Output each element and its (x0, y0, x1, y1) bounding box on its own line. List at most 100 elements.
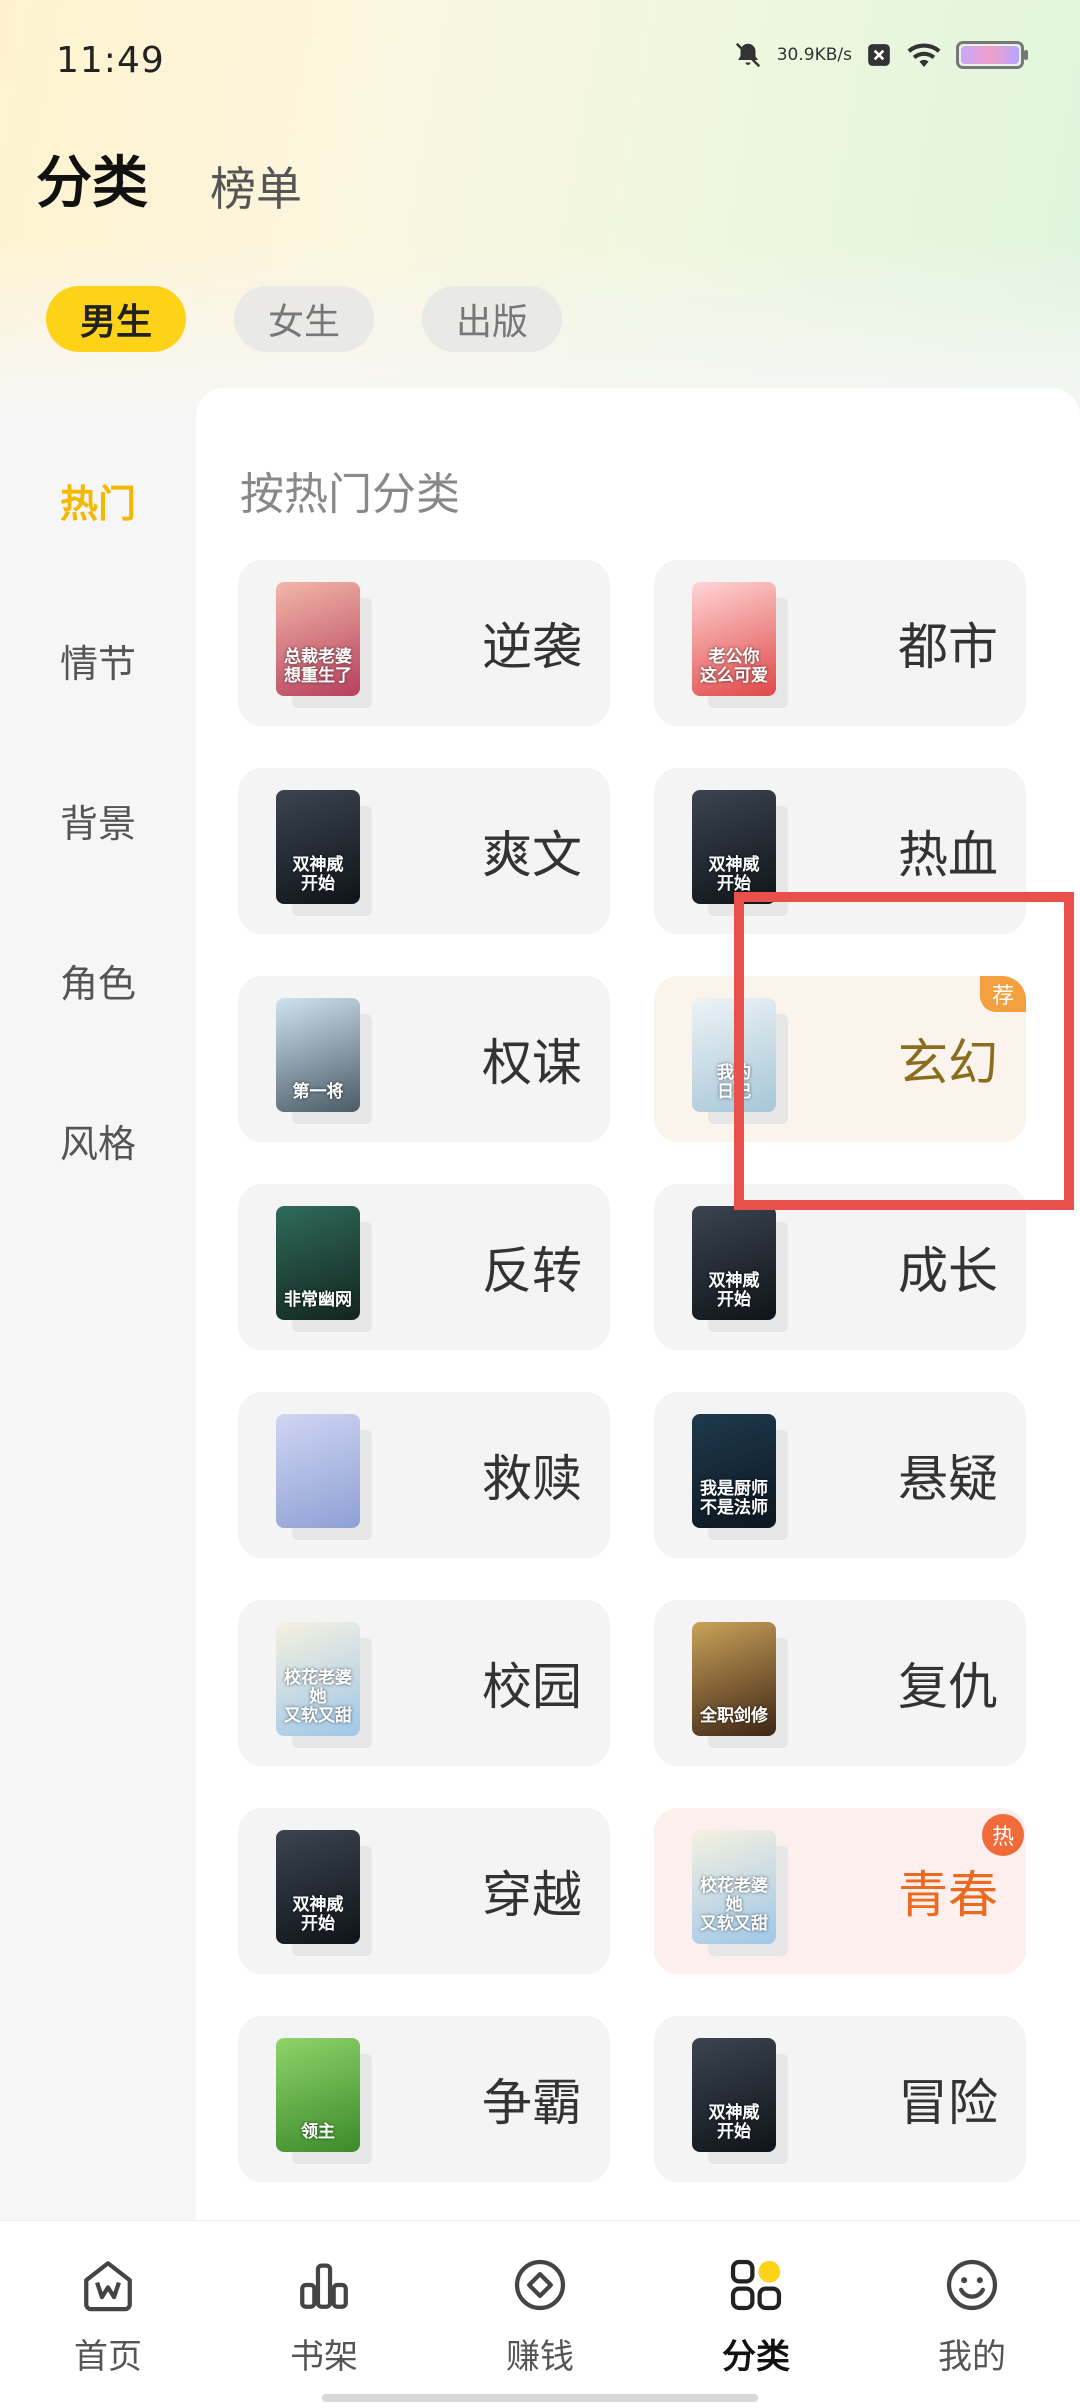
category-label: 复仇 (898, 1658, 998, 1716)
bottom-nav-label: 分类 (722, 2337, 790, 2377)
profile-smile-icon (942, 2255, 1002, 2315)
chip-male[interactable]: 男生 (46, 286, 186, 352)
recommend-badge: 荐 (980, 976, 1026, 1012)
category-label: 穿越 (482, 1866, 582, 1924)
bottom-nav-bookshelf[interactable]: 书架 (216, 2221, 432, 2408)
bottom-nav-label: 我的 (938, 2337, 1006, 2377)
home-indicator (322, 2394, 758, 2402)
bell-muted-icon (733, 40, 763, 70)
book-cover-image: 领主 (276, 2038, 360, 2152)
book-cover-title: 总裁老婆 想重生了 (284, 647, 352, 686)
category-label: 热血 (898, 826, 998, 884)
book-cover-image: 第一将 (276, 998, 360, 1112)
book-cover-image: 我是厨师 不是法师 (692, 1414, 776, 1528)
category-sidebar: 热门 情节 背景 角色 风格 (0, 420, 196, 1220)
category-label: 救赎 (482, 1450, 582, 1508)
gender-filter: 男生 女生 出版 (46, 286, 562, 352)
book-cover-title: 我是厨师 不是法师 (700, 1479, 768, 1518)
battery-icon (956, 41, 1028, 69)
sidebar-item-hot[interactable]: 热门 (0, 420, 196, 580)
close-box-icon (866, 42, 892, 68)
book-cover-title: 老公你 这么可爱 (700, 647, 768, 686)
category-label: 成长 (898, 1242, 998, 1300)
book-cover-title: 双神威 开始 (708, 2103, 760, 2142)
category-label: 都市 (898, 618, 998, 676)
book-cover-title: 全职剑修 (700, 1706, 768, 1726)
category-label: 权谋 (482, 1034, 582, 1092)
category-panel: 按热门分类 总裁老婆 想重生了 逆袭 老公你 这么可爱 都市 双神威 开始 爽文 双神威 开… (196, 388, 1080, 2220)
category-card[interactable]: 我是厨师 不是法师 悬疑 (654, 1392, 1026, 1558)
chip-female[interactable]: 女生 (234, 286, 374, 352)
earn-coin-icon (510, 2255, 570, 2315)
category-label: 反转 (482, 1242, 582, 1300)
tab-category[interactable]: 分类 (36, 138, 164, 229)
category-label: 冒险 (898, 2074, 998, 2132)
category-card[interactable]: 双神威 开始 冒险 (654, 2016, 1026, 2182)
book-cover-title: 领主 (301, 2122, 335, 2142)
category-grid: 总裁老婆 想重生了 逆袭 老公你 这么可爱 都市 双神威 开始 爽文 双神威 开始 热血 第一将… (238, 560, 1026, 2182)
book-cover-title: 双神威 开始 (292, 1895, 344, 1934)
book-cover-image: 双神威 开始 (276, 790, 360, 904)
book-cover-title: 校花老婆她 又软又甜 (700, 1876, 768, 1934)
category-card[interactable]: 老公你 这么可爱 都市 (654, 560, 1026, 726)
category-card[interactable]: 救赎 (238, 1392, 610, 1558)
book-cover-title: 非常幽网 (284, 1290, 352, 1310)
chip-publish[interactable]: 出版 (422, 286, 562, 352)
bottom-nav-label: 书架 (290, 2337, 358, 2377)
sidebar-item-background[interactable]: 背景 (0, 740, 196, 900)
book-cover-title: 校花老婆她 又软又甜 (284, 1668, 352, 1726)
tab-ranking[interactable]: 榜单 (210, 153, 302, 219)
bottom-nav-category[interactable]: 分类 (648, 2221, 864, 2408)
category-card[interactable]: 双神威 开始 爽文 (238, 768, 610, 934)
book-cover-title (276, 1518, 360, 1528)
category-card[interactable]: 校花老婆她 又软又甜 青春 热 (654, 1808, 1026, 1974)
category-card[interactable]: 校花老婆她 又软又甜 校园 (238, 1600, 610, 1766)
book-cover-image: 我的 日记 (692, 998, 776, 1112)
category-card[interactable]: 领主 争霸 (238, 2016, 610, 2182)
category-label: 逆袭 (482, 618, 582, 676)
category-card[interactable]: 全职剑修 复仇 (654, 1600, 1026, 1766)
book-cover-title: 双神威 开始 (292, 855, 344, 894)
sidebar-item-role[interactable]: 角色 (0, 900, 196, 1060)
category-card[interactable]: 双神威 开始 成长 (654, 1184, 1026, 1350)
bottom-nav-label: 首页 (74, 2337, 142, 2377)
network-speed: 30.9 KB/s (777, 46, 852, 64)
category-card[interactable]: 非常幽网 反转 (238, 1184, 610, 1350)
book-cover-image: 校花老婆她 又软又甜 (276, 1622, 360, 1736)
category-label: 爽文 (482, 826, 582, 884)
network-speed-value: 30.9 (776, 45, 815, 65)
category-card[interactable]: 总裁老婆 想重生了 逆袭 (238, 560, 610, 726)
category-label: 争霸 (482, 2074, 582, 2132)
book-cover-image: 全职剑修 (692, 1622, 776, 1736)
book-cover-image: 总裁老婆 想重生了 (276, 582, 360, 696)
bottom-nav: 首页 书架 赚钱 分类 我的 (0, 2220, 1080, 2408)
hot-badge: 热 (982, 1814, 1024, 1856)
book-cover-image: 校花老婆她 又软又甜 (692, 1830, 776, 1944)
book-cover-image: 双神威 开始 (692, 1206, 776, 1320)
bottom-nav-profile[interactable]: 我的 (864, 2221, 1080, 2408)
sidebar-item-plot[interactable]: 情节 (0, 580, 196, 740)
status-bar: 11:49 30.9 KB/s (0, 0, 1080, 126)
category-label: 青春 (898, 1866, 998, 1924)
book-cover-image: 非常幽网 (276, 1206, 360, 1320)
status-time: 11:49 (56, 40, 165, 81)
category-card[interactable]: 双神威 开始 穿越 (238, 1808, 610, 1974)
book-cover-image: 双神威 开始 (692, 2038, 776, 2152)
status-icons: 30.9 KB/s (733, 40, 1028, 70)
top-tabs: 分类 榜单 (36, 138, 302, 229)
category-label: 校园 (482, 1658, 582, 1716)
bottom-nav-home[interactable]: 首页 (0, 2221, 216, 2408)
book-cover-title: 我的 日记 (717, 1063, 751, 1102)
category-card[interactable]: 双神威 开始 热血 (654, 768, 1026, 934)
category-card[interactable]: 第一将 权谋 (238, 976, 610, 1142)
home-icon (78, 2255, 138, 2315)
category-card[interactable]: 我的 日记 玄幻 荐 (654, 976, 1026, 1142)
category-label: 悬疑 (898, 1450, 998, 1508)
bottom-nav-earn[interactable]: 赚钱 (432, 2221, 648, 2408)
book-cover-image (276, 1414, 360, 1528)
category-grid-icon (726, 2255, 786, 2315)
sidebar-item-style[interactable]: 风格 (0, 1060, 196, 1220)
book-cover-image: 双神威 开始 (692, 790, 776, 904)
book-cover-title: 双神威 开始 (708, 1271, 760, 1310)
book-cover-title: 双神威 开始 (708, 855, 760, 894)
